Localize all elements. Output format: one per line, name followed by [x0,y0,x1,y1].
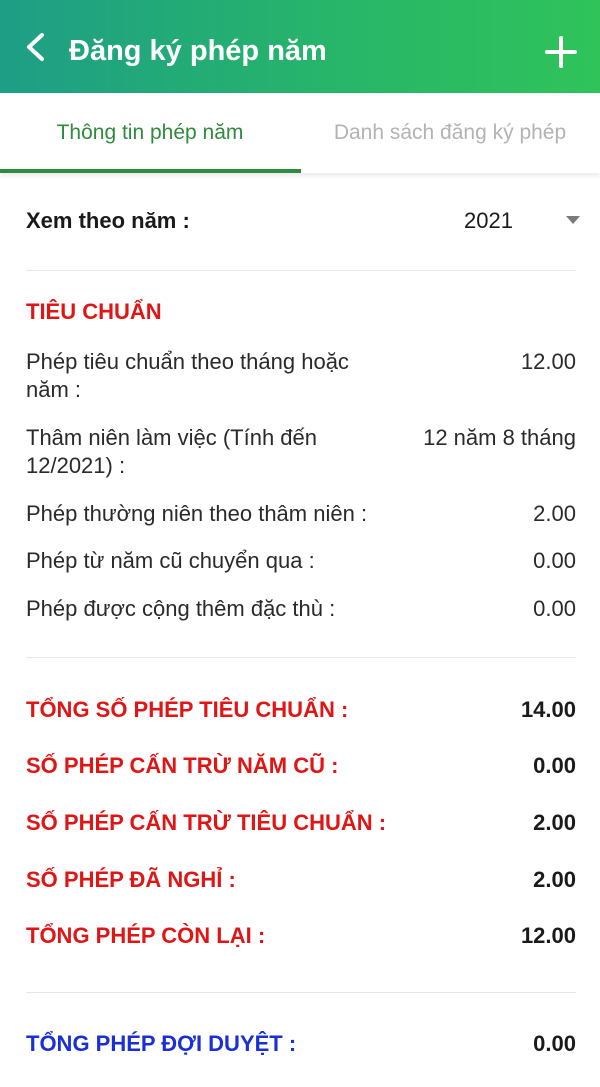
total-row: SỐ PHÉP ĐÃ NGHỈ : 2.00 [26,866,576,894]
total-row: TỔNG SỐ PHÉP TIÊU CHUẨN : 14.00 [26,696,576,724]
standard-row: Phép từ năm cũ chuyển qua : 0.00 [26,547,576,575]
pending-label: TỔNG PHÉP ĐỢI DUYỆT : [26,1031,297,1056]
row-label: Phép thường niên theo thâm niên : [26,501,368,526]
total-label: SỐ PHÉP CẤN TRỪ NĂM CŨ : [26,753,339,778]
total-label: SỐ PHÉP CẤN TRỪ TIÊU CHUẨN : [26,810,387,835]
standard-row: Phép tiêu chuẩn theo tháng hoặc năm : 12… [26,348,576,404]
year-filter-label: Xem theo năm : [26,208,190,233]
plus-icon[interactable] [545,36,577,68]
row-value: 0.00 [533,596,576,621]
total-label: TỔNG SỐ PHÉP TIÊU CHUẨN : [26,697,349,722]
row-value: 0.00 [533,548,576,573]
chevron-left-icon[interactable] [22,32,50,62]
row-label: Phép được cộng thêm đặc thù : [26,596,336,621]
row-label: Phép tiêu chuẩn theo tháng hoặc năm : [26,349,349,402]
total-row: SỐ PHÉP CẤN TRỪ TIÊU CHUẨN : 2.00 [26,809,576,837]
row-value: 2.00 [533,501,576,526]
standard-row: Phép được cộng thêm đặc thù : 0.00 [26,595,576,623]
tab-bar: Thông tin phép năm Danh sách đăng ký phé… [0,93,600,173]
year-filter[interactable]: Xem theo năm : 2021 [26,207,580,235]
pending-value: 0.00 [533,1031,576,1056]
total-label: TỔNG PHÉP CÒN LẠI : [26,923,266,948]
divider [26,270,576,271]
total-value: 14.00 [520,697,576,722]
app-header: Đăng ký phép năm [0,0,600,93]
page-title: Đăng ký phép năm [69,35,327,67]
total-label: SỐ PHÉP ĐÃ NGHỈ : [26,867,236,892]
total-value: 2.00 [533,867,576,892]
standard-row: Thâm niên làm việc (Tính đến 12/2021) : … [26,424,576,480]
tab-leave-info[interactable]: Thông tin phép năm [0,93,300,173]
row-value: 12 năm 8 tháng [423,425,576,450]
pending-row: TỔNG PHÉP ĐỢI DUYỆT : 0.00 [26,1030,576,1058]
row-label: Phép từ năm cũ chuyển qua : [26,548,315,573]
divider [26,657,576,658]
dropdown-arrow-icon[interactable] [566,215,580,225]
total-value: 12.00 [520,923,576,948]
total-value: 0.00 [533,753,576,778]
total-row: SỐ PHÉP CẤN TRỪ NĂM CŨ : 0.00 [26,752,576,780]
row-value: 12.00 [520,349,576,374]
row-label: Thâm niên làm việc (Tính đến 12/2021) : [26,425,318,478]
tab-leave-registrations[interactable]: Danh sách đăng ký phép [300,93,600,173]
divider [26,992,576,993]
standard-section-header: TIÊU CHUẨN [26,298,576,326]
year-select-value[interactable]: 2021 [464,207,513,235]
standard-row: Phép thường niên theo thâm niên : 2.00 [26,500,576,528]
active-tab-indicator [0,169,301,173]
total-row: TỔNG PHÉP CÒN LẠI : 12.00 [26,922,576,950]
section-title: TIÊU CHUẨN [26,299,162,324]
total-value: 2.00 [533,810,576,835]
